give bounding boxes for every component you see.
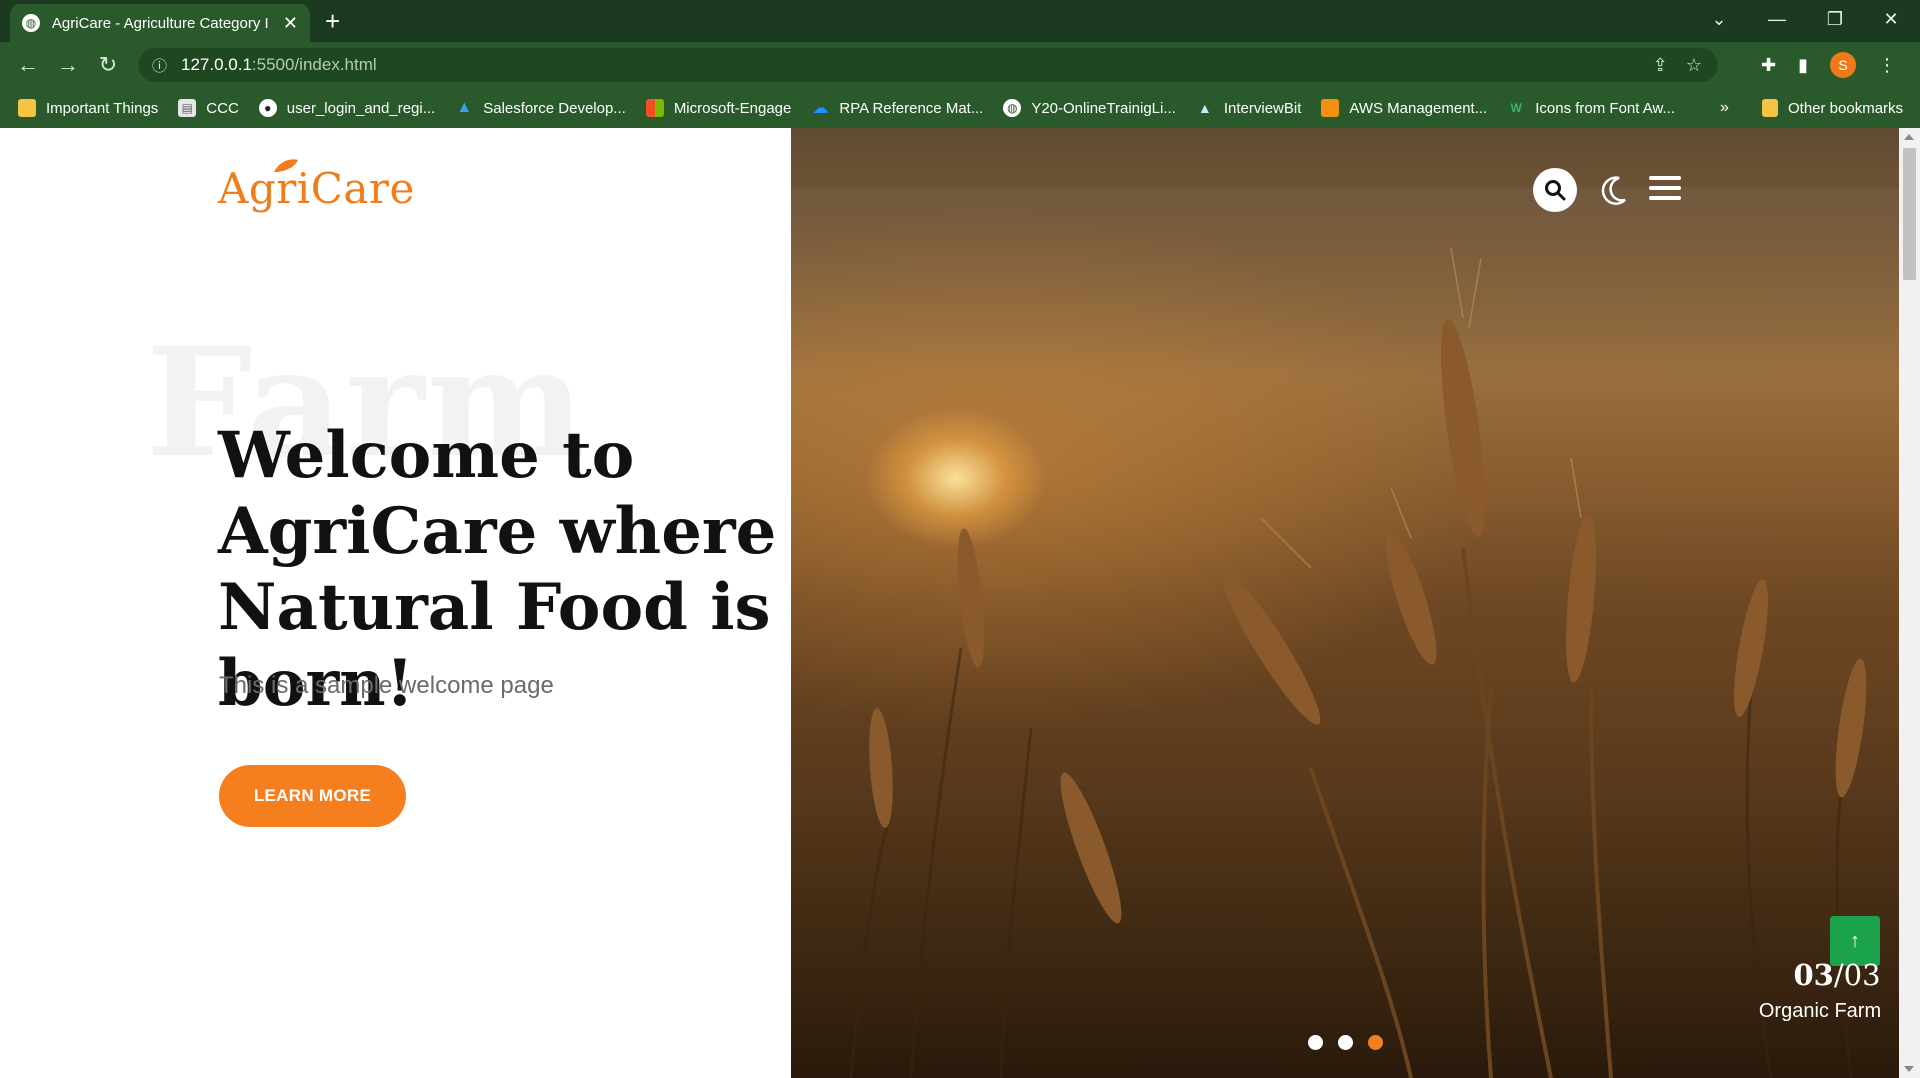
moon-icon[interactable] (1599, 170, 1631, 210)
tab-title: AgriCare - Agriculture Category I (51, 14, 269, 32)
extensions-puzzle-icon[interactable]: ✚ (1761, 55, 1776, 76)
page-scrollbar[interactable] (1899, 128, 1920, 1078)
github-icon: ● (258, 99, 277, 117)
tab-close-icon[interactable]: ✕ (283, 13, 298, 34)
tab-search-icon[interactable]: ⌄ (1690, 0, 1748, 38)
learn-more-button[interactable]: LEARN MORE (219, 765, 406, 827)
slider-dot-1[interactable] (1308, 1035, 1323, 1050)
bookmark-item[interactable]: ▲ Salesforce Develop... (455, 99, 626, 117)
scroll-down-arrow-icon[interactable] (1904, 1066, 1914, 1072)
leaf-logo-icon (274, 159, 298, 172)
search-icon (1545, 180, 1566, 201)
more-menu-icon[interactable]: ⋮ (1878, 55, 1896, 76)
bookmark-item[interactable]: ◍ Y20-OnlineTrainigLi... (1003, 99, 1176, 117)
slider-dot-3-active[interactable] (1368, 1035, 1383, 1050)
bookmark-item[interactable]: Important Things (18, 99, 158, 117)
bookmark-item[interactable]: ▲ InterviewBit (1196, 99, 1301, 117)
url-text: 127.0.0.1:5500/index.html (181, 55, 377, 74)
browser-tab-active[interactable]: ◍ AgriCare - Agriculture Category I ✕ (10, 4, 310, 42)
wheat-stalks-illustration (849, 247, 1867, 1078)
slider-pagination (1308, 1035, 1383, 1050)
restore-button[interactable]: ❐ (1806, 0, 1864, 38)
bookmark-item[interactable]: ● user_login_and_regi... (258, 99, 435, 117)
scrollbar-thumb[interactable] (1903, 148, 1916, 280)
back-arrow-icon[interactable]: ← (8, 52, 48, 78)
page-viewport: AgriCare Farm Welcome to AgriCare where … (0, 128, 1920, 1078)
bookmarks-overflow-button[interactable]: » (1720, 88, 1729, 128)
hero-subtext: This is a sample welcome page (219, 672, 554, 699)
scroll-up-arrow-icon[interactable] (1904, 134, 1914, 140)
browser-toolbar: ← → ↻ ⓘ 127.0.0.1:5500/index.html ⇪ ☆ ✚ … (0, 42, 1920, 88)
browser-tab-strip: ◍ AgriCare - Agriculture Category I ✕ + … (0, 0, 1920, 42)
cloud-icon: ☁ (812, 100, 829, 117)
profile-avatar[interactable]: S (1830, 52, 1856, 78)
bookmark-item[interactable]: ▤ CCC (178, 99, 239, 117)
wheat-field-hero-image (791, 128, 1899, 1078)
bookmarks-bar: Important Things ▤ CCC ● user_login_and_re… (0, 88, 1920, 128)
globe-icon: ◍ (22, 14, 40, 32)
site-info-icon[interactable]: ⓘ (152, 55, 167, 76)
w-icon: W (1510, 101, 1522, 115)
mountain-icon: ▲ (1197, 100, 1212, 116)
folder-icon (18, 99, 36, 117)
bookmark-item[interactable]: AWS Management... (1321, 99, 1487, 117)
globe-icon: ◍ (1003, 99, 1022, 117)
search-button[interactable] (1533, 168, 1577, 212)
share-icon[interactable]: ⇪ (1653, 55, 1668, 76)
slider-dot-2[interactable] (1338, 1035, 1353, 1050)
folder-icon (1762, 99, 1778, 117)
aws-icon (1321, 99, 1340, 117)
arrow-up-icon: ↑ (1850, 929, 1860, 952)
bookmark-star-icon[interactable]: ☆ (1686, 55, 1702, 76)
other-bookmarks-folder[interactable]: Other bookmarks (1762, 88, 1903, 128)
close-window-button[interactable]: ✕ (1862, 0, 1920, 38)
slide-counter: 03/03 (1793, 958, 1881, 992)
bookmark-item[interactable]: ☁ RPA Reference Mat... (811, 99, 983, 118)
side-panel-icon[interactable]: ▮ (1798, 55, 1808, 76)
address-bar[interactable]: ⓘ 127.0.0.1:5500/index.html ⇪ ☆ (138, 48, 1718, 82)
agricare-logo[interactable]: AgriCare (218, 164, 415, 213)
hamburger-menu-icon[interactable] (1649, 176, 1681, 204)
microsoft-icon (645, 99, 664, 117)
trailhead-icon: ▲ (456, 99, 473, 116)
reload-icon[interactable]: ↻ (88, 52, 128, 78)
minimize-button[interactable]: — (1748, 0, 1806, 38)
slide-label: Organic Farm (1758, 1000, 1882, 1022)
new-tab-button[interactable]: + (325, 6, 340, 37)
page-icon: ▤ (178, 99, 197, 117)
bookmark-item[interactable]: Microsoft-Engage (645, 99, 791, 117)
forward-arrow-icon[interactable]: → (48, 52, 88, 78)
bookmark-item[interactable]: W Icons from Font Aw... (1507, 99, 1675, 117)
